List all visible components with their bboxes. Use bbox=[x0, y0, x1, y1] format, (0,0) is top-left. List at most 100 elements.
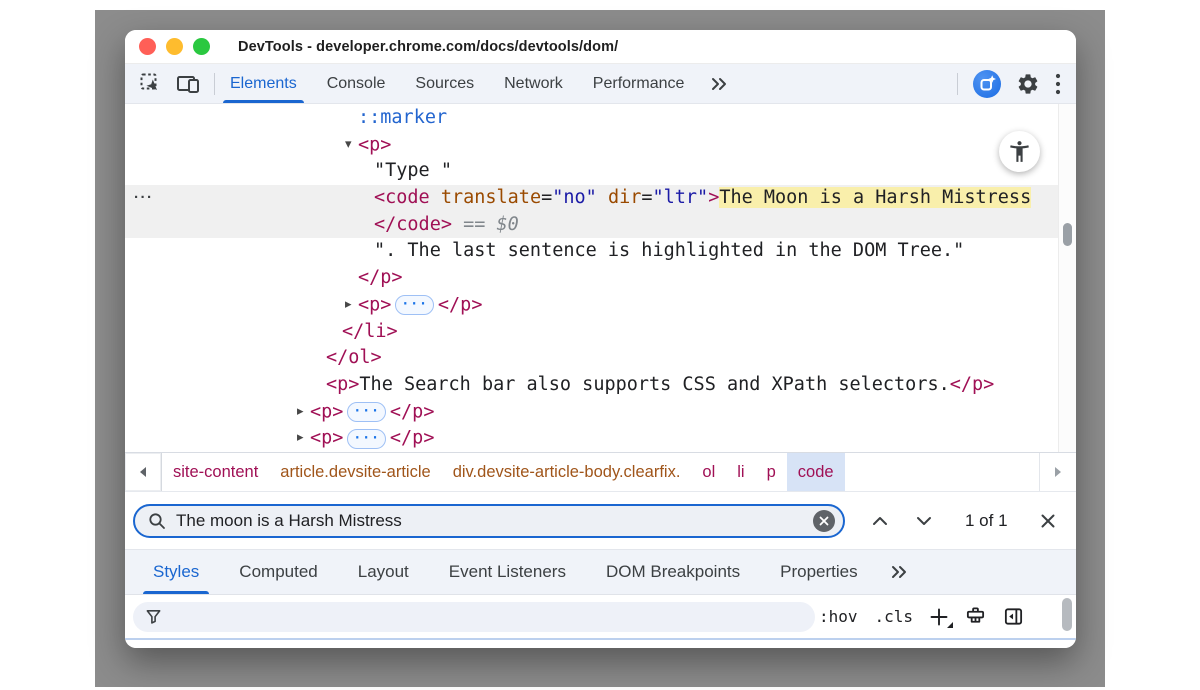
breadcrumb-item-div-devsite-article-body-clearfix[interactable]: div.devsite-article-body.clearfix. bbox=[442, 453, 692, 491]
dock-sidebar-icon[interactable] bbox=[1003, 606, 1024, 627]
token-tag: </code> bbox=[374, 214, 452, 235]
tab-elements[interactable]: Elements bbox=[215, 64, 312, 103]
token-plain: The Search bar also supports CSS and XPa… bbox=[359, 374, 949, 395]
dom-tree-node[interactable]: ::marker bbox=[125, 105, 1058, 132]
pseudo-state-toggle[interactable]: :hov bbox=[819, 607, 858, 626]
dom-tree-node[interactable]: ···<code translate="no" dir="ltr">The Mo… bbox=[125, 185, 1058, 212]
dom-scrollbar[interactable] bbox=[1058, 104, 1076, 452]
kebab-menu-icon[interactable] bbox=[1055, 73, 1061, 95]
dom-tree-node[interactable]: </ol> bbox=[125, 345, 1058, 372]
token-tag: <p> bbox=[326, 374, 359, 395]
settings-gear-icon[interactable] bbox=[1016, 72, 1040, 96]
more-tabs-chevrons-icon[interactable] bbox=[699, 64, 741, 103]
dom-tree-node[interactable]: </code> == $0 bbox=[125, 212, 1058, 239]
token-tag: <p> bbox=[358, 294, 391, 315]
devtools-window: DevTools - developer.chrome.com/docs/dev… bbox=[125, 30, 1076, 648]
clear-circle-x-icon[interactable] bbox=[813, 510, 835, 532]
main-toolbar: ElementsConsoleSourcesNetworkPerformance bbox=[125, 64, 1076, 104]
token-tag: <p> bbox=[310, 401, 343, 422]
search-bar: 1 of 1 bbox=[125, 492, 1076, 549]
breadcrumb-item-code[interactable]: code bbox=[787, 453, 845, 491]
dom-tree-node[interactable]: ". The last sentence is highlighted in t… bbox=[125, 238, 1058, 265]
close-x-icon[interactable] bbox=[1040, 513, 1056, 529]
disclosure-triangle-icon[interactable]: ▾ bbox=[345, 132, 358, 159]
more-panels-chevrons-icon[interactable] bbox=[878, 550, 922, 594]
device-toolbar-icon[interactable] bbox=[176, 73, 202, 95]
styles-tab-properties[interactable]: Properties bbox=[760, 550, 877, 594]
disclosure-triangle-icon[interactable]: ▸ bbox=[297, 399, 310, 426]
disclosure-triangle-icon[interactable]: ▸ bbox=[345, 292, 358, 319]
scroll-right-arrow-icon[interactable] bbox=[1039, 453, 1076, 491]
tab-performance[interactable]: Performance bbox=[578, 64, 700, 103]
styles-tab-dom-breakpoints[interactable]: DOM Breakpoints bbox=[586, 550, 760, 594]
hidden-children-ellipsis-badge[interactable]: ··· bbox=[347, 402, 385, 422]
search-input[interactable] bbox=[176, 511, 813, 531]
hidden-children-ellipsis-badge[interactable]: ··· bbox=[395, 295, 433, 315]
token-val: "no" bbox=[552, 187, 597, 208]
dom-tree-node[interactable]: <p>The Search bar also supports CSS and … bbox=[125, 372, 1058, 399]
styles-filter-bar: :hov .cls bbox=[125, 594, 1076, 640]
token-tag: <p> bbox=[358, 134, 391, 155]
token-dollar: $0 bbox=[497, 214, 519, 235]
search-navigation: 1 of 1 bbox=[871, 511, 1056, 531]
chevron-up-icon[interactable] bbox=[871, 515, 889, 527]
tab-network[interactable]: Network bbox=[489, 64, 578, 103]
breadcrumb-item-article-devsite-article[interactable]: article.devsite-article bbox=[269, 453, 441, 491]
panel-tabs: ElementsConsoleSourcesNetworkPerformance bbox=[215, 64, 699, 103]
funnel-filter-icon bbox=[145, 608, 162, 625]
token-plain bbox=[597, 187, 608, 208]
styles-tab-layout[interactable]: Layout bbox=[338, 550, 429, 594]
breadcrumb-item-ol[interactable]: ol bbox=[691, 453, 726, 491]
chevron-down-icon[interactable] bbox=[915, 515, 933, 527]
ai-assistance-icon[interactable] bbox=[973, 70, 1001, 98]
tab-console[interactable]: Console bbox=[312, 64, 401, 103]
node-options-dots-icon[interactable]: ··· bbox=[134, 185, 154, 212]
token-attr: translate bbox=[441, 187, 541, 208]
dom-tree-node[interactable]: "Type " bbox=[125, 158, 1058, 185]
brush-icon[interactable] bbox=[965, 606, 986, 627]
window-bottom-strip bbox=[125, 640, 1076, 648]
dom-tree-node[interactable]: ▸<p>···</p> bbox=[125, 425, 1058, 452]
minimize-traffic-light[interactable] bbox=[166, 38, 183, 55]
token-val: "ltr" bbox=[653, 187, 709, 208]
dom-tree: ::marker▾<p>"Type "···<code translate="n… bbox=[125, 104, 1076, 452]
token-tag: </p> bbox=[438, 294, 483, 315]
title-bar: DevTools - developer.chrome.com/docs/dev… bbox=[125, 30, 1076, 64]
styles-tab-styles[interactable]: Styles bbox=[133, 550, 219, 594]
toolbar-right-icons bbox=[957, 64, 1076, 103]
breadcrumb-item-li[interactable]: li bbox=[726, 453, 755, 491]
token-tag: </p> bbox=[950, 374, 995, 395]
styles-tab-event-listeners[interactable]: Event Listeners bbox=[429, 550, 586, 594]
close-traffic-light[interactable] bbox=[139, 38, 156, 55]
dom-tree-node[interactable]: </li> bbox=[125, 319, 1058, 346]
dom-tree-node[interactable]: ▾<p> bbox=[125, 132, 1058, 159]
breadcrumb-item-p[interactable]: p bbox=[756, 453, 787, 491]
hidden-children-ellipsis-badge[interactable]: ··· bbox=[347, 429, 385, 449]
token-hl: The Moon is a Harsh Mistress bbox=[719, 187, 1031, 208]
style-filter-input[interactable] bbox=[170, 608, 803, 625]
disclosure-triangle-icon[interactable]: ▸ bbox=[297, 425, 310, 452]
plus-icon[interactable] bbox=[930, 608, 948, 626]
tab-sources[interactable]: Sources bbox=[400, 64, 489, 103]
styles-scrollbar-thumb[interactable] bbox=[1062, 598, 1072, 631]
dom-tree-node[interactable]: </p> bbox=[125, 265, 1058, 292]
breadcrumb-item-site-content[interactable]: site-content bbox=[162, 453, 269, 491]
token-attr: dir bbox=[608, 187, 641, 208]
breadcrumb-items: site-contentarticle.devsite-articlediv.d… bbox=[162, 453, 845, 491]
inspect-element-icon[interactable] bbox=[139, 72, 162, 95]
token-tag: <p> bbox=[310, 428, 343, 449]
dom-tree-node[interactable]: ▸<p>···</p> bbox=[125, 292, 1058, 319]
token-tag: </p> bbox=[390, 428, 435, 449]
styles-tab-list: StylesComputedLayoutEvent ListenersDOM B… bbox=[133, 550, 878, 594]
styles-tab-computed[interactable]: Computed bbox=[219, 550, 337, 594]
toolbar-right-divider bbox=[957, 73, 958, 95]
search-result-count: 1 of 1 bbox=[965, 511, 1008, 531]
maximize-traffic-light[interactable] bbox=[193, 38, 210, 55]
class-toggle[interactable]: .cls bbox=[874, 607, 913, 626]
dom-tree-node[interactable]: ▸<p>···</p> bbox=[125, 399, 1058, 426]
scroll-left-arrow-icon[interactable] bbox=[125, 453, 162, 491]
dom-scrollbar-thumb[interactable] bbox=[1063, 223, 1072, 246]
accessibility-person-icon[interactable] bbox=[999, 131, 1040, 172]
filter-pill bbox=[133, 602, 815, 632]
token-tag: </p> bbox=[358, 267, 403, 288]
